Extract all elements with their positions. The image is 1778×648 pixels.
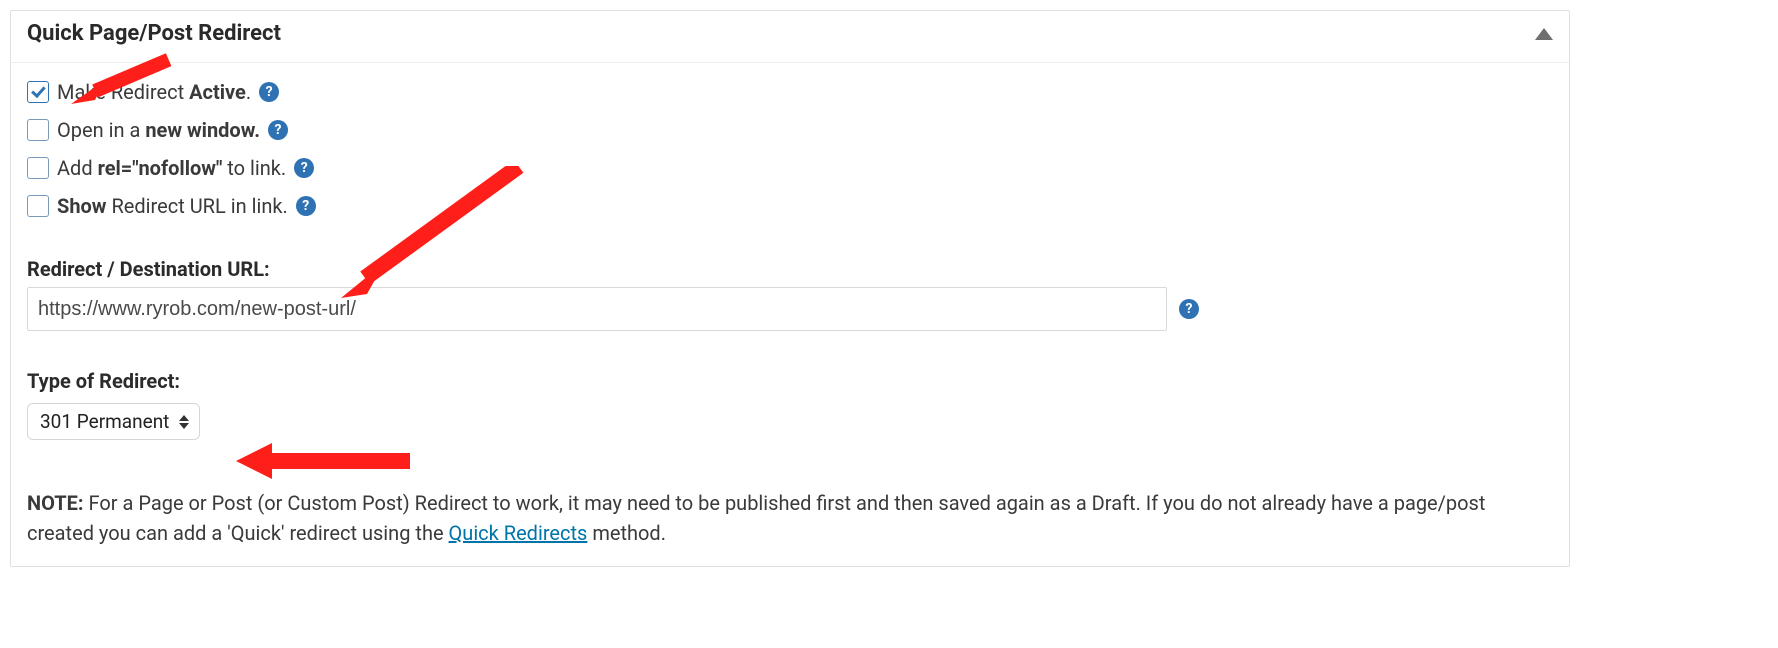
checkbox-new-window[interactable] <box>27 119 49 141</box>
redirect-type-select[interactable]: 301 Permanent <box>27 403 200 440</box>
option-active: Make Redirect Active. ? <box>27 77 1553 107</box>
option-show-url-label: Show Redirect URL in link. <box>57 191 288 221</box>
option-new-window: Open in a new window. ? <box>27 115 1553 145</box>
url-section-label: Redirect / Destination URL: <box>27 257 1553 281</box>
note-text: NOTE: For a Page or Post (or Custom Post… <box>27 488 1553 548</box>
panel-title: Quick Page/Post Redirect <box>27 21 281 46</box>
help-icon[interactable]: ? <box>1179 299 1199 319</box>
label-strong: Show <box>57 194 107 218</box>
redirect-type-value: 301 Permanent <box>40 410 169 433</box>
select-arrows-icon <box>179 415 189 429</box>
label-text: Make Redirect <box>57 80 189 104</box>
help-icon[interactable]: ? <box>259 82 279 102</box>
option-nofollow-label: Add rel="nofollow" to link. <box>57 153 286 183</box>
note-tail: method. <box>587 521 666 545</box>
redirect-type-label: Type of Redirect: <box>27 369 1553 393</box>
redirect-metabox: Quick Page/Post Redirect Make Redirect A… <box>10 10 1570 567</box>
label-text: Open in a <box>57 118 145 142</box>
url-row: ? <box>27 287 1553 331</box>
help-icon[interactable]: ? <box>268 120 288 140</box>
note-prefix: NOTE: <box>27 491 84 515</box>
quick-redirects-link[interactable]: Quick Redirects <box>449 521 588 545</box>
panel-header: Quick Page/Post Redirect <box>11 11 1569 63</box>
label-strong: Active <box>189 80 246 104</box>
option-active-label: Make Redirect Active. <box>57 77 251 107</box>
panel-body: Make Redirect Active. ? Open in a new wi… <box>11 63 1569 566</box>
label-strong: rel="nofollow" <box>98 156 223 180</box>
label-text: Add <box>57 156 98 180</box>
label-text: to link. <box>222 156 286 180</box>
label-text: . <box>246 80 251 104</box>
option-nofollow: Add rel="nofollow" to link. ? <box>27 153 1553 183</box>
note-body: For a Page or Post (or Custom Post) Redi… <box>27 491 1485 545</box>
destination-url-input[interactable] <box>27 287 1167 331</box>
help-icon[interactable]: ? <box>294 158 314 178</box>
collapse-toggle-icon[interactable] <box>1535 28 1553 40</box>
checkbox-show-url[interactable] <box>27 195 49 217</box>
checkbox-nofollow[interactable] <box>27 157 49 179</box>
help-icon[interactable]: ? <box>296 196 316 216</box>
option-show-url: Show Redirect URL in link. ? <box>27 191 1553 221</box>
checkbox-active[interactable] <box>27 81 49 103</box>
check-icon <box>31 83 46 98</box>
option-new-window-label: Open in a new window. <box>57 115 260 145</box>
label-strong: new window. <box>145 118 260 142</box>
label-text: Redirect URL in link. <box>107 194 288 218</box>
